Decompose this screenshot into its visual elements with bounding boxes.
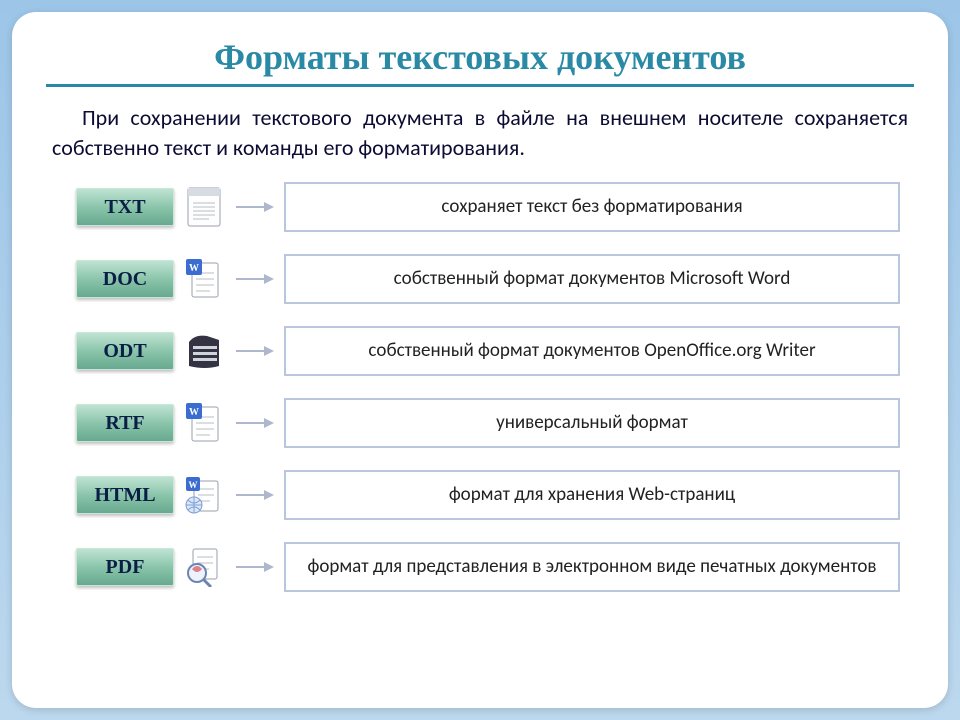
svg-text:W: W [189, 263, 199, 274]
format-desc: формат для хранения Web-страниц [284, 470, 900, 520]
format-desc: собственный формат документов OpenOffice… [284, 326, 900, 376]
title-underline [46, 84, 914, 87]
format-desc: формат для представления в электронном в… [284, 542, 900, 592]
doc-file-icon: W [184, 259, 224, 299]
rtf-file-icon: W [184, 403, 224, 443]
arrow-icon [234, 487, 274, 503]
format-row: DOC W собственный формат документов Micr… [76, 254, 900, 304]
format-tag: HTML [76, 476, 174, 514]
format-desc: сохраняет текст без форматирования [284, 182, 900, 232]
txt-file-icon [184, 187, 224, 227]
arrow-icon [234, 415, 274, 431]
pdf-file-icon [184, 547, 224, 587]
intro-text: При сохранении текстового документа в фа… [52, 103, 908, 162]
format-row: HTML W формат для хранения Web-страниц [76, 470, 900, 520]
html-file-icon: W [184, 475, 224, 515]
format-row: TXT сохраняет текст без форматирования [76, 182, 900, 232]
format-tag: RTF [76, 404, 174, 442]
arrow-icon [234, 559, 274, 575]
format-row: ODT собственный формат документов OpenOf… [76, 326, 900, 376]
arrow-icon [234, 271, 274, 287]
format-tag: ODT [76, 332, 174, 370]
format-row: PDF формат для представления в электронн… [76, 542, 900, 592]
svg-text:W: W [189, 407, 199, 418]
format-row: RTF W универсальный формат [76, 398, 900, 448]
format-desc: собственный формат документов Microsoft … [284, 254, 900, 304]
svg-text:W: W [189, 480, 198, 490]
format-tag: PDF [76, 548, 174, 586]
slide-card: Форматы текстовых документов При сохране… [12, 12, 948, 708]
format-tag: TXT [76, 188, 174, 226]
slide-title: Форматы текстовых документов [46, 36, 914, 78]
format-rows: TXT сохраняет текст без форматирования [76, 182, 900, 592]
arrow-icon [234, 199, 274, 215]
format-tag: DOC [76, 260, 174, 298]
odt-file-icon [184, 331, 224, 371]
arrow-icon [234, 343, 274, 359]
format-desc: универсальный формат [284, 398, 900, 448]
